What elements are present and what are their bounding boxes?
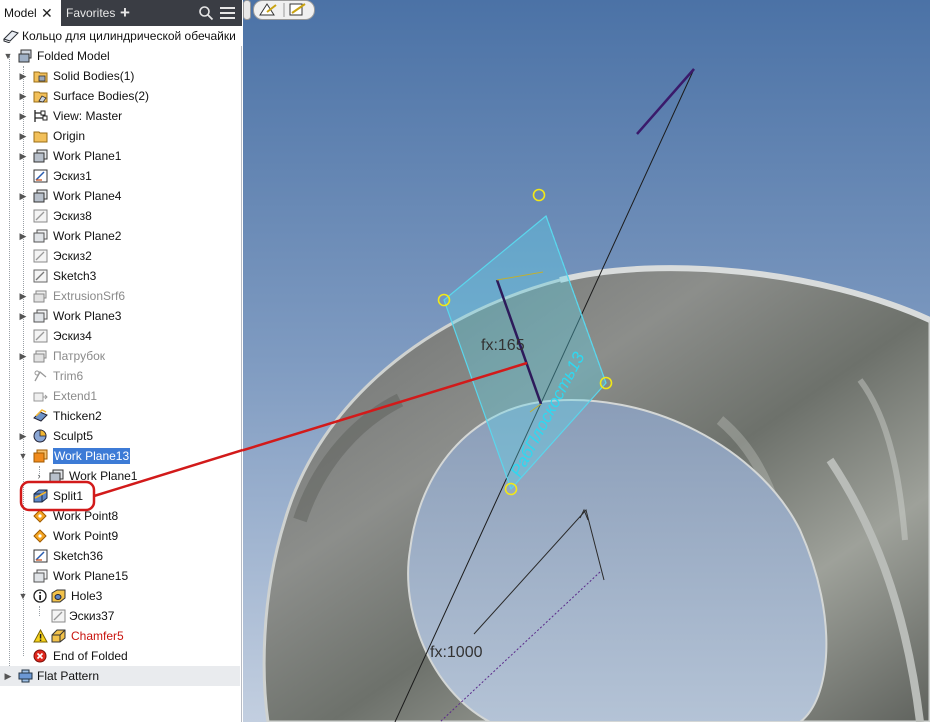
mini-toolbar[interactable] bbox=[243, 0, 315, 20]
graphics-viewport[interactable]: РабПлоскость13 fx:165 fx:1000 bbox=[243, 0, 930, 722]
annotation-overlay bbox=[19, 448, 243, 512]
dimension-label-upper[interactable]: fx:165 bbox=[481, 337, 525, 355]
annotation-arrow-line bbox=[93, 448, 243, 498]
dimension-label-lower[interactable]: fx:1000 bbox=[430, 644, 482, 662]
viewport-scene[interactable]: РабПлоскость13 bbox=[243, 0, 930, 722]
annotation-highlight-box bbox=[19, 480, 96, 512]
